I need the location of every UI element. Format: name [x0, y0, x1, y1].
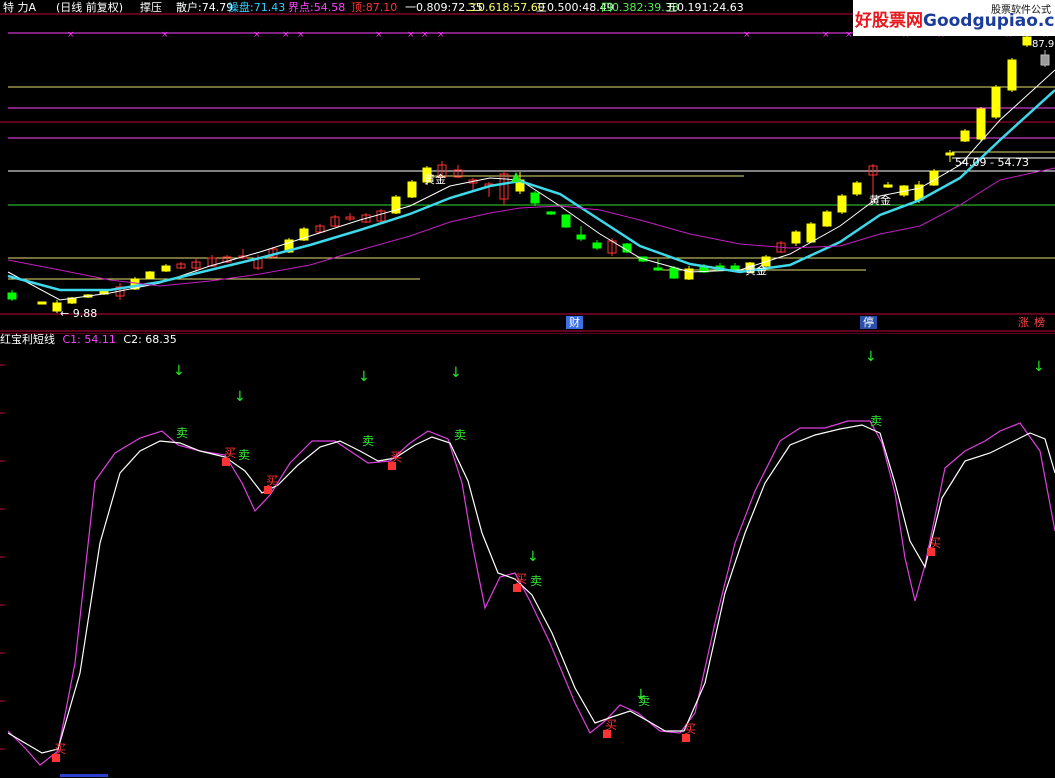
sell-signal-label: 卖: [176, 426, 188, 440]
high-price-label: 87.9: [1032, 39, 1054, 50]
candle-body: [145, 271, 155, 279]
event-marker-finance[interactable]: 财: [566, 316, 583, 329]
sell-signal-label: 卖: [870, 414, 882, 428]
sell-arrow-icon: ↓: [527, 549, 539, 565]
event-marker-suspend[interactable]: 停: [860, 316, 877, 329]
sell-signal-label: 卖: [638, 694, 650, 708]
sell-arrow-icon: ↓: [234, 389, 246, 405]
top-marker: ×: [437, 30, 445, 40]
candle-body: [1022, 36, 1032, 46]
buy-arrow-icon: [222, 458, 230, 466]
c2-line: [7, 420, 1055, 766]
candle-body: [561, 214, 571, 228]
sell-arrow-icon: ↓: [865, 349, 877, 365]
metric-item: 二0.618:57.60: [467, 1, 545, 14]
buy-signal-label: 买: [684, 722, 696, 736]
watermark-subtitle: 股票软件公式: [991, 5, 1051, 16]
buy-arrow-icon: [388, 462, 396, 470]
buy-signal-label: 买: [54, 742, 66, 756]
candle-body: [806, 223, 816, 243]
top-marker: ×: [743, 30, 751, 40]
metric-item: 五0.191:24.63: [666, 1, 744, 14]
ma-mid-line: [7, 89, 1055, 292]
buy-signal-label: 买: [929, 536, 941, 550]
candle-body: [576, 234, 586, 240]
buy-signal-label: 买: [390, 450, 402, 464]
candle-body: [407, 181, 417, 198]
indicator-panel[interactable]: ↓ ↓ ↓ ↓ ↓ ↓ ↓ ↓ 卖卖卖卖卖卖卖买买买买买买买买: [0, 333, 1055, 778]
sell-arrow-icon: ↓: [1033, 359, 1045, 375]
scroll-indicator: [60, 774, 108, 777]
candle-body: [822, 211, 832, 227]
candle-body: [546, 211, 556, 215]
buy-arrow-icon: [52, 754, 60, 762]
candle-body: [1007, 59, 1017, 91]
candle-body: [945, 152, 955, 156]
low-price-label: ← 9.88: [60, 307, 97, 320]
candle-body: [669, 267, 679, 279]
main-chart-panel[interactable]: ××××××××××××××××← 9.8854.09 - 54.7387.9黄…: [0, 0, 1055, 333]
top-marker: ×: [253, 30, 261, 40]
candle-body: [960, 130, 970, 142]
buy-arrow-icon: [264, 486, 272, 494]
candle-body: [730, 265, 740, 271]
buy-arrow-icon: [603, 730, 611, 738]
top-marker: ×: [282, 30, 290, 40]
buy-signal-label: 买: [266, 474, 278, 488]
sell-arrow-icon: ↓: [358, 369, 370, 385]
buy-arrow-icon: [682, 734, 690, 742]
buy-signal-label: 买: [224, 446, 236, 460]
sell-signal-label: 卖: [454, 428, 466, 442]
gold-cross-label: 黄金: [869, 193, 891, 207]
gold-cross-label: 黄金: [424, 172, 446, 186]
stock-name: 特 力A: [3, 1, 37, 14]
top-marker: ×: [67, 30, 75, 40]
buy-signal-label: 买: [515, 572, 527, 586]
candle-body: [991, 86, 1001, 118]
gold-cross-label: 黄金: [745, 263, 767, 277]
metric-item: 界点:54.58: [288, 1, 346, 14]
top-marker: ×: [161, 30, 169, 40]
chart-mode: (日线 前复权): [56, 1, 124, 14]
candle-body: [161, 265, 171, 272]
candle-body: [837, 195, 847, 213]
study-name: 撑压: [140, 1, 162, 14]
metric-item: 操盘:71.43: [228, 1, 286, 14]
buy-signal-label: 买: [605, 718, 617, 732]
candle-body: [7, 292, 17, 300]
sell-signal-label: 卖: [530, 574, 542, 588]
event-marker-limit-up[interactable]: 涨: [1015, 316, 1032, 329]
top-marker: ×: [375, 30, 383, 40]
buy-arrow-icon: [927, 548, 935, 556]
candle-body: [530, 192, 540, 204]
sell-signal-label: 卖: [362, 434, 374, 448]
candle-body: [592, 242, 602, 249]
c1-line: [7, 424, 1055, 754]
sell-arrow-icon: ↓: [450, 365, 462, 381]
event-marker-ranking[interactable]: 榜: [1031, 316, 1048, 329]
metric-item: 散户:74.79: [176, 1, 234, 14]
site-watermark: 好股票网Goodgupiao.com 股票软件公式: [853, 0, 1055, 36]
top-marker: ×: [822, 30, 830, 40]
top-marker: ×: [407, 30, 415, 40]
buy-arrow-icon: [513, 584, 521, 592]
indicator-chart[interactable]: ↓↓↓ ↓↓↓↓↓卖卖卖 卖卖卖卖买买买买买买 买买: [0, 333, 1055, 778]
top-marker: ×: [845, 30, 853, 40]
sell-signal-label: 卖: [238, 448, 250, 462]
candle-body: [653, 267, 663, 271]
candle-body: [883, 184, 893, 188]
candlestick-chart[interactable]: ××××××××××××××××← 9.8854.09 - 54.7387.9黄…: [0, 0, 1055, 333]
gap-label: 54.09 - 54.73: [955, 156, 1029, 169]
candle-body: [976, 108, 986, 140]
candle-body: [1040, 54, 1050, 66]
metric-item: 顶:87.10: [351, 1, 398, 14]
candle-body: [852, 182, 862, 195]
top-marker: ×: [297, 30, 305, 40]
candle-body: [791, 231, 801, 244]
candle-body: [37, 301, 47, 305]
sell-arrow-icon: ↓: [173, 363, 185, 379]
top-marker: ×: [421, 30, 429, 40]
